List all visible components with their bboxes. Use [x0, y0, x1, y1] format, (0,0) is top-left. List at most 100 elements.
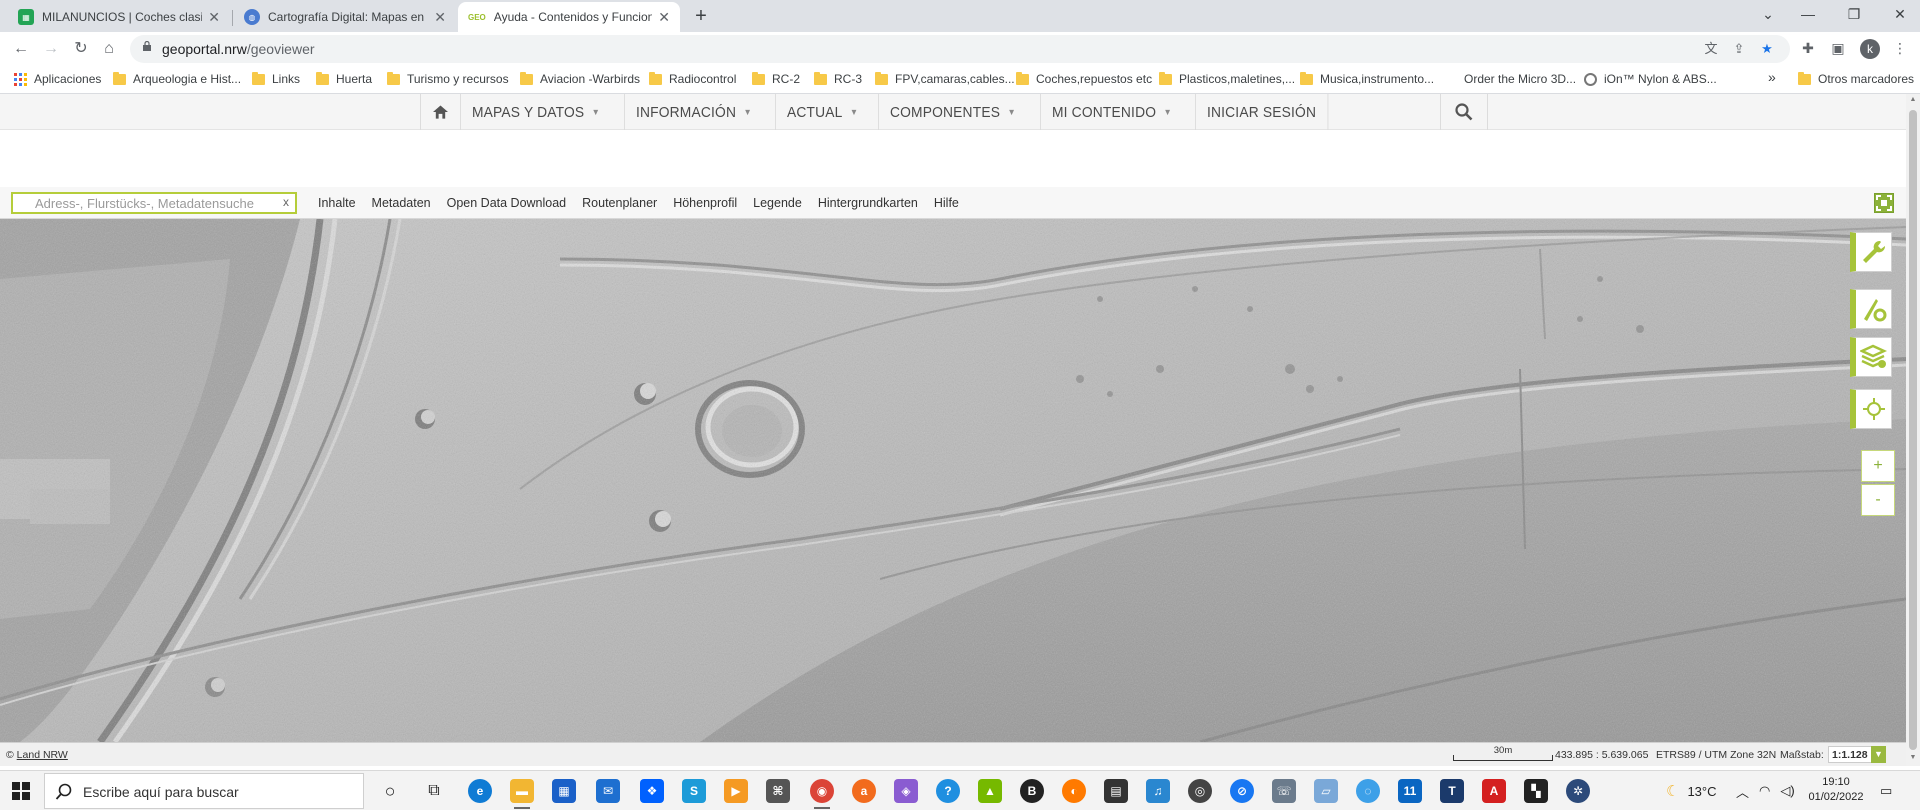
menu-hoehenprofil[interactable]: Höhenprofil: [673, 196, 737, 210]
wifi-icon[interactable]: ◠: [1759, 783, 1770, 799]
nav-mapas-y-datos[interactable]: MAPAS Y DATOS ▼: [460, 94, 611, 130]
nav-informacion[interactable]: INFORMACIÓN ▼: [624, 94, 763, 130]
acrobat-icon[interactable]: A: [1482, 779, 1506, 803]
bookmark-folder[interactable]: Coches,repuestos etc: [1016, 71, 1152, 86]
new-tab-button[interactable]: +: [688, 4, 714, 30]
tab-cartografia[interactable]: ◍ Cartografía Digital: Mapas en Rel ✕: [234, 2, 456, 32]
tab-ayuda[interactable]: GEO Ayuda - Contenidos y Funciones ✕: [458, 2, 680, 32]
menu-hilfe[interactable]: Hilfe: [934, 196, 959, 210]
tray-chevron-up-icon[interactable]: ︿: [1736, 782, 1749, 801]
app-t-icon[interactable]: T: [1440, 779, 1464, 803]
settings-app-icon[interactable]: ✲: [1566, 779, 1590, 803]
nav-componentes[interactable]: COMPONENTES ▼: [877, 94, 1027, 130]
address-bar[interactable]: geoportal.nrw/geoviewer 文 ⇪ ★: [130, 35, 1790, 63]
web-app-icon[interactable]: ◌: [1356, 779, 1380, 803]
weather-widget[interactable]: ☾ 13°C: [1666, 771, 1717, 810]
menu-hintergrundkarten[interactable]: Hintergrundkarten: [818, 196, 918, 210]
address-search-input[interactable]: [13, 194, 263, 212]
bookmark-star-icon[interactable]: ★: [1758, 40, 1776, 58]
menu-routenplaner[interactable]: Routenplaner: [582, 196, 657, 210]
notes-icon[interactable]: ▱: [1314, 779, 1338, 803]
bookmark-folder[interactable]: Turismo y recursos: [387, 71, 509, 86]
menu-legende[interactable]: Legende: [753, 196, 802, 210]
bookmark-folder[interactable]: Links: [252, 71, 300, 86]
avast-icon[interactable]: a: [852, 779, 876, 803]
reload-icon[interactable]: ↻: [68, 36, 94, 62]
profile-avatar[interactable]: k: [1860, 39, 1880, 59]
chrome-icon[interactable]: ◉: [810, 779, 834, 809]
task-view-icon[interactable]: ⧉: [422, 779, 446, 803]
page-scrollbar[interactable]: ▲ ▼: [1906, 94, 1920, 766]
translate-icon[interactable]: 文: [1702, 40, 1720, 58]
bookmark-folder[interactable]: Aviacion -Warbirds: [520, 71, 640, 86]
volume-icon[interactable]: ◁): [1780, 783, 1794, 799]
blocked-app-icon[interactable]: ⊘: [1230, 779, 1254, 803]
extensions-puzzle-icon[interactable]: ✚: [1796, 36, 1820, 60]
scale-dropdown-chevron-icon[interactable]: ▼: [1871, 746, 1886, 763]
nav-actual[interactable]: ACTUAL ▼: [775, 94, 869, 130]
bookmark-apps[interactable]: Aplicaciones: [14, 72, 101, 86]
bookmark-other-folder[interactable]: Otros marcadores: [1798, 71, 1914, 86]
music-icon[interactable]: ♫: [1146, 779, 1170, 803]
clear-search-button[interactable]: x: [283, 195, 289, 209]
bookmark-folder[interactable]: RC-2: [752, 71, 800, 86]
bookmarks-overflow-button[interactable]: »: [1768, 69, 1776, 85]
back-arrow-icon[interactable]: ←: [8, 36, 34, 62]
scrollbar-thumb[interactable]: [1909, 110, 1917, 750]
bookmark-folder[interactable]: Musica,instrumento...: [1300, 71, 1434, 86]
crs-label[interactable]: ETRS89 / UTM Zone 32N: [1656, 749, 1776, 761]
scale-value[interactable]: 1:1.128: [1828, 746, 1872, 763]
close-icon[interactable]: ✕: [208, 9, 220, 26]
nav-mi-contenido[interactable]: MI CONTENIDO ▼: [1039, 94, 1183, 130]
menu-open-data-download[interactable]: Open Data Download: [447, 196, 567, 210]
land-nrw-link[interactable]: Land NRW: [17, 749, 68, 761]
cortana-icon[interactable]: ○: [378, 779, 402, 803]
site-search-button[interactable]: [1440, 94, 1488, 130]
video-editor-icon[interactable]: ▤: [1104, 779, 1128, 803]
app-purple-icon[interactable]: ◈: [894, 779, 918, 803]
bookmark-folder[interactable]: Radiocontrol: [649, 71, 736, 86]
zoom-in-button[interactable]: +: [1861, 450, 1895, 482]
bookmark-folder[interactable]: RC-3: [814, 71, 862, 86]
map-canvas[interactable]: + -: [0, 219, 1906, 742]
mail-icon[interactable]: ✉: [596, 779, 620, 803]
menu-inhalte[interactable]: Inhalte: [318, 196, 356, 210]
help-icon[interactable]: ?: [936, 779, 960, 803]
app-11-icon[interactable]: 11: [1398, 779, 1422, 803]
edge-icon[interactable]: e: [468, 779, 492, 803]
nav-iniciar-sesion[interactable]: INICIAR SESIÓN: [1194, 94, 1328, 130]
close-icon[interactable]: ✕: [658, 9, 670, 26]
phone-app-icon[interactable]: ☏: [1272, 779, 1296, 803]
bookmark-folder[interactable]: Plasticos,maletines,...: [1159, 71, 1295, 86]
dropbox-icon[interactable]: ❖: [640, 779, 664, 803]
taskbar-clock[interactable]: 19:10 01/02/2022: [1806, 775, 1866, 805]
app-b-icon[interactable]: B: [1020, 779, 1044, 803]
home-icon[interactable]: ⌂: [96, 36, 122, 62]
windows-start-icon[interactable]: [12, 782, 30, 800]
menu-metadaten[interactable]: Metadaten: [372, 196, 431, 210]
taskbar-search[interactable]: Escribe aquí para buscar: [44, 773, 364, 809]
network-app-icon[interactable]: ⌘: [766, 779, 790, 803]
grid-app-icon[interactable]: ▚: [1524, 779, 1548, 803]
bookmark-folder[interactable]: Huerta: [316, 71, 372, 86]
zoom-out-button[interactable]: -: [1861, 484, 1895, 516]
menu-kebab-icon[interactable]: ⋮: [1888, 36, 1912, 60]
fullscreen-button[interactable]: [1874, 193, 1894, 213]
forward-arrow-icon[interactable]: →: [38, 36, 64, 62]
bookmark-link[interactable]: iOn™ Nylon & ABS...: [1584, 72, 1717, 86]
nvidia-icon[interactable]: ▲: [978, 779, 1002, 803]
locate-button[interactable]: [1850, 389, 1892, 429]
store-icon[interactable]: ▦: [552, 779, 576, 803]
close-icon[interactable]: ✕: [434, 9, 446, 26]
bookmark-folder[interactable]: FPV,camaras,cables...: [875, 71, 1015, 86]
site-home-button[interactable]: [420, 94, 460, 130]
tab-milanuncios[interactable]: ▦ MILANUNCIOS | Coches clasicos ✕: [8, 2, 230, 32]
file-explorer-icon[interactable]: ▬: [510, 779, 534, 809]
layer-settings-button[interactable]: [1850, 337, 1892, 377]
bookmark-folder[interactable]: Arqueologia e Hist...: [113, 71, 241, 86]
side-panel-icon[interactable]: ▣: [1826, 36, 1850, 60]
headphones-icon[interactable]: ◎: [1188, 779, 1212, 803]
share-icon[interactable]: ⇪: [1730, 40, 1748, 58]
bookmark-link[interactable]: Order the Micro 3D...: [1444, 72, 1576, 86]
scroll-down-arrow-icon[interactable]: ▼: [1909, 754, 1917, 764]
